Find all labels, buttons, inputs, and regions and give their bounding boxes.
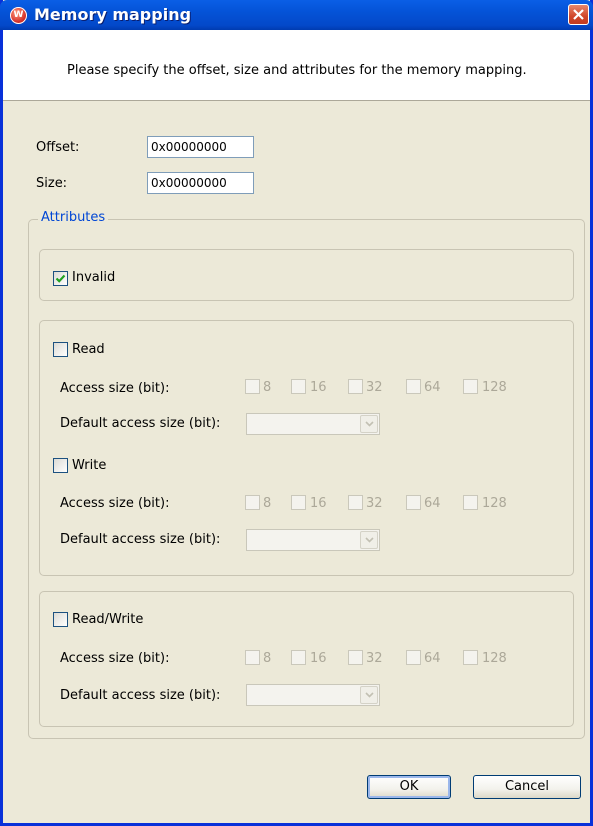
write-checkbox[interactable]	[53, 458, 68, 473]
readwrite-size-8-label: 8	[263, 651, 272, 666]
invalid-label: Invalid	[72, 270, 116, 285]
read-size-64-checkbox[interactable]	[406, 379, 421, 394]
read-checkbox[interactable]	[53, 342, 68, 357]
offset-label: Offset:	[36, 140, 80, 155]
chevron-down-icon	[365, 692, 374, 698]
readwrite-size-128-checkbox[interactable]	[463, 650, 478, 665]
readwrite-size-64-checkbox[interactable]	[406, 650, 421, 665]
write-size-64-label: 64	[424, 496, 441, 511]
write-size-8-label: 8	[263, 496, 272, 511]
write-access-size-label: Access size (bit):	[60, 496, 170, 511]
read-size-128-label: 128	[482, 380, 507, 395]
readwrite-checkbox[interactable]	[53, 612, 68, 627]
read-default-size-label: Default access size (bit):	[60, 416, 221, 431]
readwrite-size-16-checkbox[interactable]	[291, 650, 306, 665]
write-default-size-label: Default access size (bit):	[60, 532, 221, 547]
read-label: Read	[72, 342, 105, 357]
read-size-32-label: 32	[366, 380, 383, 395]
read-size-8-checkbox[interactable]	[245, 379, 260, 394]
banner-text: Please specify the offset, size and attr…	[67, 63, 527, 78]
title-bar[interactable]: W Memory mapping	[0, 0, 593, 30]
read-access-size-label: Access size (bit):	[60, 381, 170, 396]
write-size-128-checkbox[interactable]	[463, 495, 478, 510]
write-label: Write	[72, 458, 107, 473]
ok-button[interactable]: OK	[367, 775, 451, 799]
dropdown-button[interactable]	[360, 686, 378, 704]
write-size-32-label: 32	[366, 496, 383, 511]
write-size-16-label: 16	[310, 496, 327, 511]
dropdown-button[interactable]	[360, 415, 378, 433]
readwrite-default-size-select[interactable]	[246, 684, 380, 706]
chevron-down-icon	[365, 421, 374, 427]
readwrite-size-16-label: 16	[310, 651, 327, 666]
window-title: Memory mapping	[34, 5, 192, 24]
read-size-32-checkbox[interactable]	[348, 379, 363, 394]
readwrite-size-8-checkbox[interactable]	[245, 650, 260, 665]
checkmark-icon	[55, 274, 66, 283]
close-button[interactable]	[568, 4, 589, 25]
app-logo-icon: W	[10, 7, 27, 24]
size-input[interactable]: 0x00000000	[147, 172, 254, 194]
size-label: Size:	[36, 176, 68, 191]
dropdown-button[interactable]	[360, 531, 378, 549]
attributes-group-title: Attributes	[38, 210, 109, 225]
readwrite-default-size-label: Default access size (bit):	[60, 688, 221, 703]
chevron-down-icon	[365, 537, 374, 543]
description-banner: Please specify the offset, size and attr…	[3, 30, 590, 101]
write-size-32-checkbox[interactable]	[348, 495, 363, 510]
invalid-panel	[39, 249, 574, 301]
close-icon	[573, 9, 584, 20]
readwrite-access-size-label: Access size (bit):	[60, 651, 170, 666]
memory-mapping-dialog: W Memory mapping Please specify the offs…	[0, 0, 593, 826]
write-size-64-checkbox[interactable]	[406, 495, 421, 510]
write-size-128-label: 128	[482, 496, 507, 511]
read-size-128-checkbox[interactable]	[463, 379, 478, 394]
readwrite-label: Read/Write	[72, 612, 144, 627]
write-default-size-select[interactable]	[246, 529, 380, 551]
read-size-64-label: 64	[424, 380, 441, 395]
read-size-16-label: 16	[310, 380, 327, 395]
read-size-8-label: 8	[263, 380, 272, 395]
read-size-16-checkbox[interactable]	[291, 379, 306, 394]
readwrite-size-64-label: 64	[424, 651, 441, 666]
write-size-16-checkbox[interactable]	[291, 495, 306, 510]
readwrite-size-32-label: 32	[366, 651, 383, 666]
offset-input[interactable]: 0x00000000	[147, 136, 254, 158]
invalid-checkbox[interactable]	[53, 271, 68, 286]
read-default-size-select[interactable]	[246, 413, 380, 435]
write-size-8-checkbox[interactable]	[245, 495, 260, 510]
cancel-button[interactable]: Cancel	[473, 775, 581, 799]
readwrite-size-32-checkbox[interactable]	[348, 650, 363, 665]
readwrite-size-128-label: 128	[482, 651, 507, 666]
